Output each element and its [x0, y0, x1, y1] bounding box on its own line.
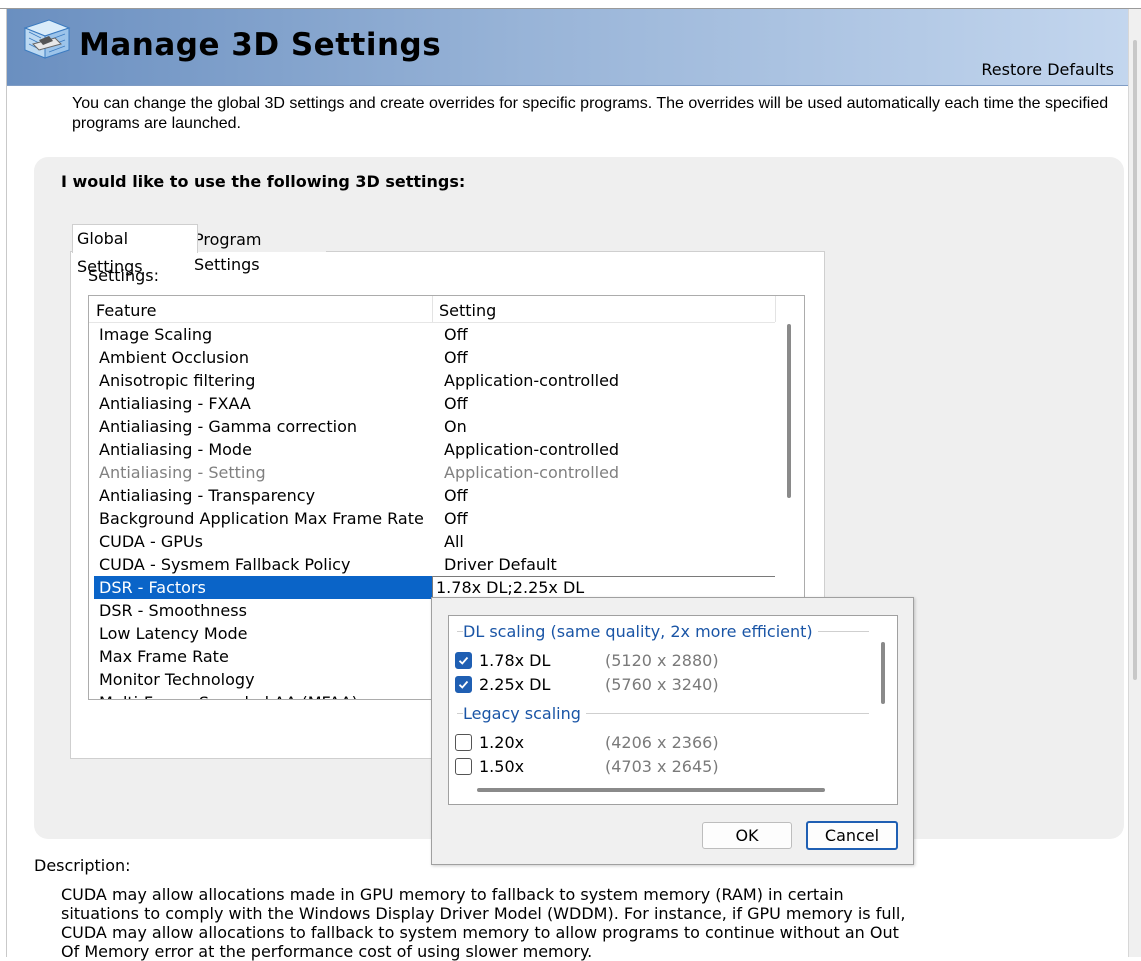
table-row[interactable]: Antialiasing - Transparency Off	[94, 484, 775, 507]
checkbox-1-50x[interactable]	[455, 758, 472, 775]
window-left-border	[6, 9, 7, 957]
setting-cell: All	[444, 532, 464, 551]
popup-horizontal-scrollbar[interactable]	[477, 788, 825, 792]
ok-button[interactable]: OK	[702, 822, 792, 849]
option-resolution: (5120 x 2880)	[605, 651, 719, 670]
feature-cell: Antialiasing - Transparency	[99, 486, 316, 505]
feature-cell: Max Frame Rate	[99, 647, 229, 666]
group-title-dl-scaling: DL scaling (same quality, 2x more effici…	[463, 622, 818, 641]
column-divider[interactable]	[432, 296, 433, 322]
table-row[interactable]: Background Application Max Frame Rate Off	[94, 507, 775, 530]
setting-cell: Off	[444, 348, 468, 367]
feature-cell: Image Scaling	[99, 325, 213, 344]
restore-defaults-link[interactable]: Restore Defaults	[981, 60, 1114, 79]
page-scrollbar[interactable]	[1128, 9, 1141, 957]
option-1-78x-dl[interactable]: 1.78x DL (5120 x 2880)	[455, 649, 865, 673]
description-text: CUDA may allow allocations made in GPU m…	[61, 885, 906, 961]
option-resolution: (4703 x 2645)	[605, 757, 719, 776]
page-title: Manage 3D Settings	[79, 27, 442, 63]
table-row[interactable]: Antialiasing - Mode Application-controlle…	[94, 438, 775, 461]
feature-cell: Monitor Technology	[99, 670, 255, 689]
setting-cell[interactable]: 1.78x DL;2.25x DL	[436, 578, 584, 597]
column-header-setting[interactable]: Setting	[439, 301, 496, 320]
feature-cell: Antialiasing - Mode	[99, 440, 252, 459]
setting-cell: Off	[444, 509, 468, 528]
setting-cell: Off	[444, 394, 468, 413]
option-resolution: (4206 x 2366)	[605, 733, 719, 752]
table-row[interactable]: CUDA - Sysmem Fallback Policy Driver Defa…	[94, 553, 775, 576]
feature-cell: Antialiasing - Setting	[99, 463, 266, 482]
checkmark-icon	[458, 680, 469, 689]
feature-cell: CUDA - Sysmem Fallback Policy	[99, 555, 351, 574]
checkbox-2-25x-dl[interactable]	[455, 676, 472, 693]
feature-cell: DSR - Factors	[99, 578, 206, 597]
checkbox-1-78x-dl[interactable]	[455, 652, 472, 669]
column-header-feature[interactable]: Feature	[96, 301, 156, 320]
popup-vertical-scrollbar[interactable]	[881, 642, 885, 704]
cancel-button[interactable]: Cancel	[806, 821, 898, 850]
setting-cell: Application-controlled	[444, 440, 620, 459]
table-row[interactable]: Antialiasing - Gamma correction On	[94, 415, 775, 438]
checkmark-icon	[458, 656, 469, 665]
option-2-25x-dl[interactable]: 2.25x DL (5760 x 3240)	[455, 673, 865, 697]
feature-cell: CUDA - GPUs	[99, 532, 203, 551]
group-title-legacy-scaling: Legacy scaling	[463, 704, 586, 723]
setting-cell: Driver Default	[444, 555, 557, 574]
option-label: 1.20x	[479, 733, 525, 752]
feature-cell: Anisotropic filtering	[99, 371, 256, 390]
setting-cell: Application-controlled	[444, 463, 620, 482]
page-header: Manage 3D Settings Restore Defaults	[7, 9, 1128, 86]
table-row[interactable]: Ambient Occlusion Off	[94, 346, 775, 369]
list-scrollbar-thumb[interactable]	[787, 324, 791, 498]
option-1-50x[interactable]: 1.50x (4703 x 2645)	[455, 755, 865, 779]
table-row[interactable]: Anisotropic filtering Application-control…	[94, 369, 775, 392]
feature-cell: Ambient Occlusion	[99, 348, 249, 367]
dsr-factors-options: DL scaling (same quality, 2x more effici…	[448, 615, 898, 805]
option-resolution: (5760 x 3240)	[605, 675, 719, 694]
feature-cell: Antialiasing - FXAA	[99, 394, 251, 413]
tab-program-settings[interactable]: Program Settings	[190, 227, 326, 274]
option-label: 1.78x DL	[479, 651, 551, 670]
setting-cell: Off	[444, 325, 468, 344]
intro-text: You can change the global 3D settings an…	[72, 95, 1109, 132]
3d-settings-icon	[19, 14, 75, 64]
table-row[interactable]: CUDA - GPUs All	[94, 530, 775, 553]
feature-cell: Background Application Max Frame Rate	[99, 509, 424, 528]
table-row[interactable]: DSR - Factors 1.78x DL;2.25x DL	[94, 576, 776, 599]
description-label: Description:	[34, 856, 131, 875]
table-row[interactable]: Antialiasing - FXAA Off	[94, 392, 775, 415]
option-1-20x[interactable]: 1.20x (4206 x 2366)	[455, 731, 865, 755]
setting-cell: On	[444, 417, 467, 436]
column-divider	[775, 296, 776, 322]
page-scrollbar-thumb[interactable]	[1133, 40, 1137, 680]
list-header: Feature Setting	[89, 296, 776, 323]
setting-cell: Off	[444, 486, 468, 505]
panel-heading: I would like to use the following 3D set…	[61, 172, 466, 191]
table-row[interactable]: Image Scaling Off	[94, 323, 775, 346]
table-row[interactable]: Antialiasing - Setting Application-contro…	[94, 461, 775, 484]
feature-cell: Multi-Frame Sampled AA (MFAA)	[99, 693, 358, 699]
setting-cell: Application-controlled	[444, 371, 620, 390]
feature-cell: Antialiasing - Gamma correction	[99, 417, 357, 436]
tab-global-settings[interactable]: Global Settings	[72, 224, 198, 276]
feature-cell: DSR - Smoothness	[99, 601, 247, 620]
option-label: 1.50x	[479, 757, 525, 776]
feature-cell: Low Latency Mode	[99, 624, 248, 643]
checkbox-1-20x[interactable]	[455, 734, 472, 751]
option-label: 2.25x DL	[479, 675, 551, 694]
dsr-factors-dropdown: DL scaling (same quality, 2x more effici…	[431, 597, 914, 865]
